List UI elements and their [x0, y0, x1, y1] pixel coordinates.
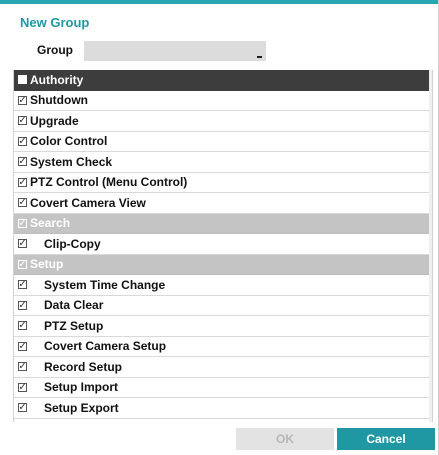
dialog-title: New Group [20, 15, 90, 30]
permission-section-row[interactable]: ✓ Search [14, 213, 432, 234]
group-label: Group [37, 43, 73, 57]
permission-row[interactable]: ✓ Covert Camera Setup [14, 336, 432, 357]
checkbox-checked-icon[interactable]: ✓ [18, 300, 27, 310]
cancel-button[interactable]: Cancel [337, 428, 435, 450]
checkbox-checked-icon[interactable]: ✓ [18, 280, 27, 290]
new-group-dialog: New Group Group Authority ✓ Shutdown ✓ Upgra… [0, 0, 439, 455]
checkbox-checked-icon[interactable]: ✓ [18, 218, 27, 228]
permission-row[interactable]: ✓ Setup Export [14, 398, 432, 419]
permission-label: Search [30, 216, 71, 231]
permission-row[interactable]: ✓ Color Control [14, 131, 432, 152]
permission-row[interactable]: ✓ Setup Import [14, 377, 432, 398]
permission-label: Data Clear [44, 298, 104, 313]
permission-section-row[interactable]: ✓ Setup [14, 254, 432, 275]
checkbox-checked-icon[interactable]: ✓ [18, 321, 27, 331]
group-name-input[interactable] [84, 41, 266, 61]
ok-button[interactable]: OK [236, 428, 334, 450]
permission-list[interactable]: Authority ✓ Shutdown ✓ Upgrade ✓ Color Control… [13, 70, 433, 422]
permission-list-scrollbar[interactable] [429, 70, 432, 422]
permission-row[interactable]: ✓ Shutdown [14, 90, 432, 111]
text-cursor-icon [257, 56, 262, 58]
permission-label: Setup [30, 257, 64, 272]
permission-label: Record Setup [44, 359, 123, 374]
checkbox-checked-icon[interactable]: ✓ [18, 403, 27, 413]
permission-label: System Time Change [44, 277, 166, 292]
permission-header-row[interactable]: Authority [14, 70, 432, 91]
checkbox-checked-icon[interactable]: ✓ [18, 259, 27, 269]
permission-label: System Check [30, 154, 113, 169]
checkbox-checked-icon[interactable]: ✓ [18, 362, 27, 372]
checkbox-checked-icon[interactable]: ✓ [18, 95, 27, 105]
permission-row[interactable]: ✓ Clip-Copy [14, 234, 432, 255]
permission-label: Authority [30, 72, 84, 87]
checkbox-checked-icon[interactable]: ✓ [18, 157, 27, 167]
permission-label: Setup Import [44, 380, 118, 395]
permission-row[interactable]: ✓ Record Setup [14, 357, 432, 378]
checkbox-unchecked-icon[interactable] [18, 75, 27, 85]
permission-label: Shutdown [30, 93, 88, 108]
checkbox-checked-icon[interactable]: ✓ [18, 198, 27, 208]
permission-label: PTZ Setup [44, 318, 104, 333]
permission-label: Clip-Copy [44, 236, 101, 251]
permission-row[interactable]: ✓ PTZ Control (Menu Control) [14, 172, 432, 193]
permission-row[interactable]: ✓ System Time Change [14, 275, 432, 296]
checkbox-checked-icon[interactable]: ✓ [18, 177, 27, 187]
dialog-top-accent-bar [0, 0, 439, 4]
checkbox-checked-icon[interactable]: ✓ [18, 382, 27, 392]
permission-label: Covert Camera Setup [44, 339, 167, 354]
permission-label: Setup Export [44, 400, 119, 415]
permission-label: Color Control [30, 134, 108, 149]
permission-label: PTZ Control (Menu Control) [30, 175, 188, 190]
permission-row[interactable]: ✓ System Check [14, 152, 432, 173]
checkbox-checked-icon[interactable]: ✓ [18, 136, 27, 146]
permission-label: Upgrade [30, 113, 79, 128]
permission-row[interactable]: ✓ Covert Camera View [14, 193, 432, 214]
permission-row[interactable]: ✓ PTZ Setup [14, 316, 432, 337]
checkbox-checked-icon[interactable]: ✓ [18, 239, 27, 249]
checkbox-checked-icon[interactable]: ✓ [18, 341, 27, 351]
permission-row[interactable]: ✓ Data Clear [14, 295, 432, 316]
checkbox-checked-icon[interactable]: ✓ [18, 116, 27, 126]
permission-row[interactable]: ✓ Upgrade [14, 111, 432, 132]
permission-label: Covert Camera View [30, 195, 146, 210]
